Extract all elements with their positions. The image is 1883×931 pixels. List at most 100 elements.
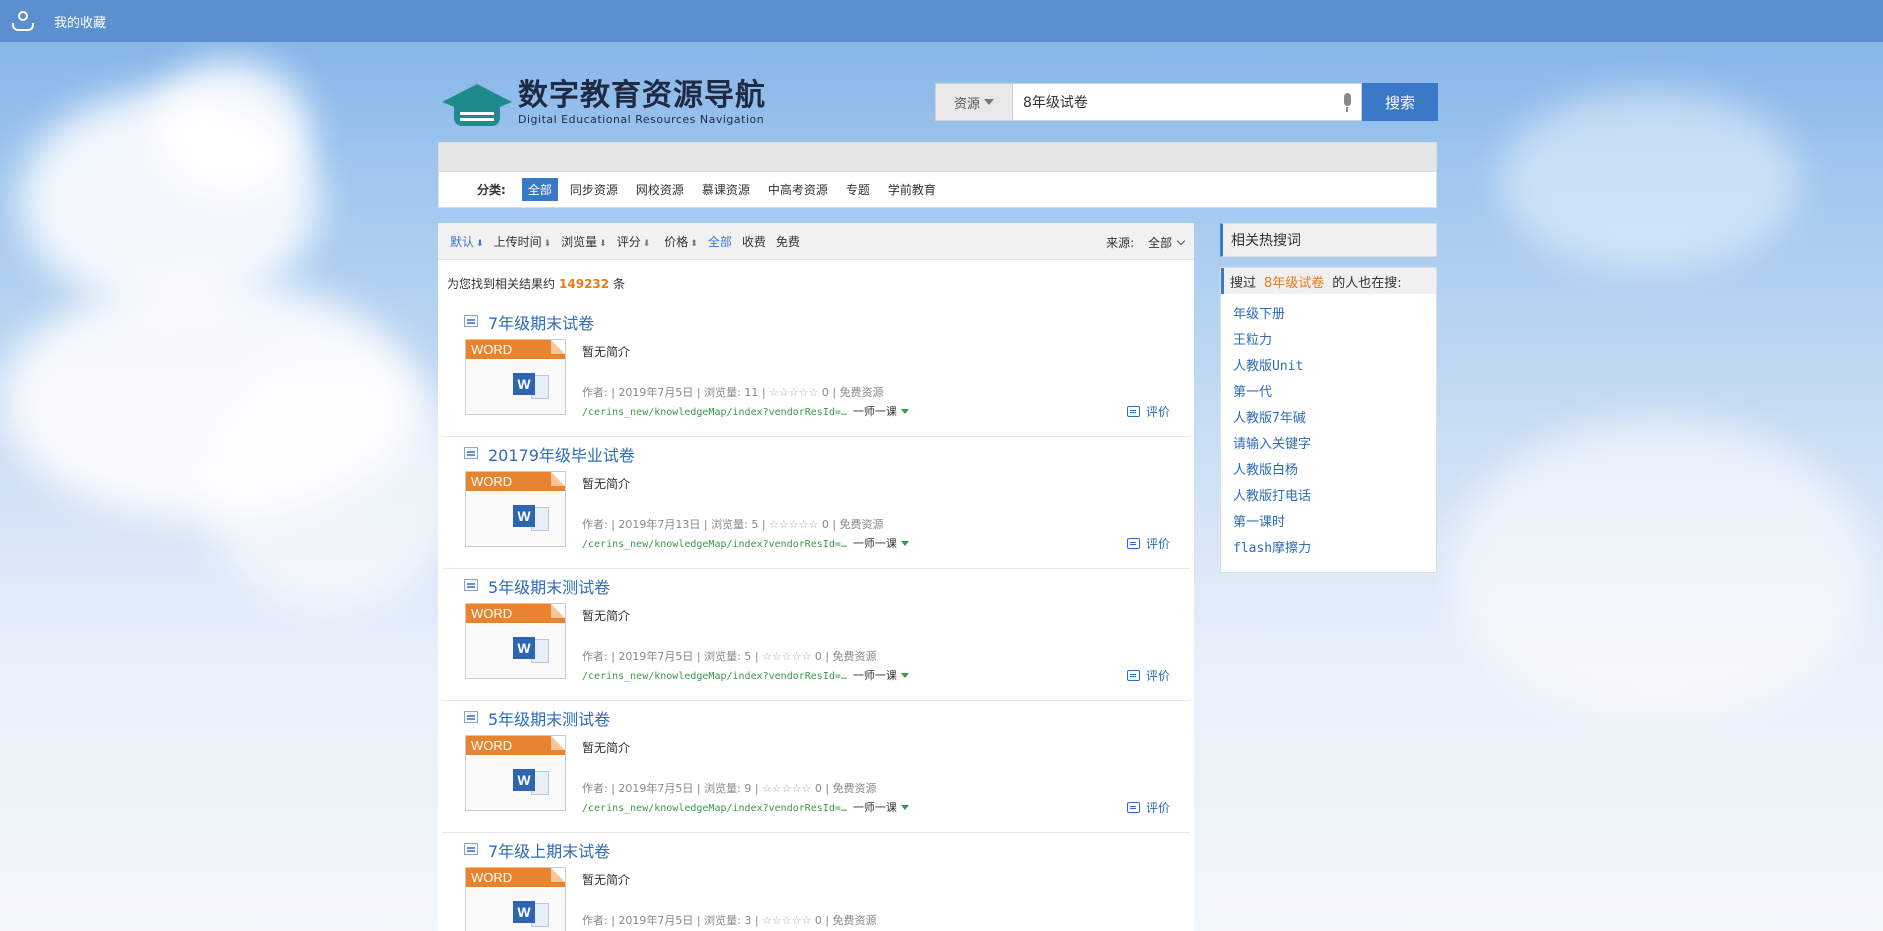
result-title[interactable]: 5年级期末测试卷 <box>488 574 610 598</box>
related-term[interactable]: 人教版白杨 <box>1233 458 1436 484</box>
microphone-icon[interactable] <box>1341 93 1353 113</box>
banner-bar <box>438 142 1437 172</box>
sort-bar: 默认 ⬇ 上传时间 ⬇ 浏览量 ⬇ 评分 ⬇ 价格 ⬍ 全部 收费 免费 来源: 全部 <box>438 223 1194 260</box>
logo-title: 数字教育资源导航 <box>518 77 766 113</box>
sidebar: 相关热搜词 搜过 8年级试卷 的人也在搜: 年级下册 王粒力 人教版Unit 第一代… <box>1220 223 1437 573</box>
result-meta: 作者: | 2019年7月5日 | 浏览量: 3 | ☆☆☆☆☆ 0 | 免费资… <box>582 914 877 927</box>
result-desc: 暂无简介 <box>582 873 631 887</box>
review-button[interactable]: 评价 <box>1126 535 1170 552</box>
word-thumbnail[interactable]: WORD W <box>465 603 566 679</box>
related-term[interactable]: 第一代 <box>1233 380 1436 406</box>
search-input[interactable]: 8年级试卷 <box>1013 83 1362 121</box>
result-meta: 作者: | 2019年7月5日 | 浏览量: 9 | ☆☆☆☆☆ 0 | 免费资… <box>582 782 877 795</box>
cloud <box>200 350 460 610</box>
arrow-down-icon: ⬇ <box>642 238 651 249</box>
arrow-down-icon: ⬇ <box>599 238 607 249</box>
review-button[interactable]: 评价 <box>1126 667 1170 684</box>
search-type-dropdown[interactable]: 资源 <box>935 83 1013 121</box>
source-label: 来源: <box>1106 236 1135 250</box>
result-item: 7年级上期末试卷 WORD W 暂无简介 作者: | 2019年7月5日 | 浏览… <box>442 833 1190 931</box>
sort-updown-icon: ⬍ <box>690 238 698 249</box>
comment-icon <box>1126 802 1140 813</box>
sort-default[interactable]: 默认 ⬇ <box>450 233 484 250</box>
search-button[interactable]: 搜索 <box>1362 83 1438 121</box>
result-item: 20179年级毕业试卷 WORD W 暂无简介 作者: | 2019年7月13日 … <box>442 437 1190 569</box>
hot-search-title: 相关热搜词 <box>1220 223 1437 257</box>
related-term[interactable]: 年级下册 <box>1233 302 1436 328</box>
results-panel: 默认 ⬇ 上传时间 ⬇ 浏览量 ⬇ 评分 ⬇ 价格 ⬍ 全部 收费 免费 来源: 全部 为… <box>438 223 1194 931</box>
category-label: 分类: <box>477 183 506 197</box>
result-path[interactable]: /cerins_new/knowledgeMap/index?vendorRes… <box>582 667 909 683</box>
result-item: 5年级期末测试卷 WORD W 暂无简介 作者: | 2019年7月5日 | 浏览… <box>442 701 1190 833</box>
filter-all[interactable]: 全部 <box>708 233 732 250</box>
logo-subtitle: Digital Educational Resources Navigation <box>518 112 765 126</box>
arrow-down-icon: ⬇ <box>543 238 552 249</box>
related-term[interactable]: 人教版打电话 <box>1233 484 1436 510</box>
word-thumbnail[interactable]: WORD W <box>465 735 566 811</box>
review-button[interactable]: 评价 <box>1126 403 1170 420</box>
source-value: 全部 <box>1147 236 1172 250</box>
word-thumbnail[interactable]: WORD W <box>465 339 566 415</box>
filter-paid[interactable]: 收费 <box>742 233 766 250</box>
word-thumbnail[interactable]: WORD W <box>465 471 566 547</box>
document-icon <box>464 843 478 855</box>
search-query: 8年级试卷 <box>1023 95 1088 111</box>
filter-free[interactable]: 免费 <box>776 233 800 250</box>
category-bar: 分类: 全部 同步资源 网校资源 慕课资源 中高考资源 专题 学前教育 <box>438 172 1437 208</box>
related-term[interactable]: 王粒力 <box>1233 328 1436 354</box>
cloud <box>150 60 310 200</box>
top-bar: 我的收藏 <box>0 0 1883 42</box>
related-term[interactable]: 人教版7年碱 <box>1233 406 1436 432</box>
result-path[interactable]: /cerins_new/knowledgeMap/index?vendorRes… <box>582 535 909 551</box>
document-icon <box>464 447 478 459</box>
sort-score[interactable]: 评分 ⬇ <box>617 233 651 250</box>
category-online-school[interactable]: 网校资源 <box>630 178 690 201</box>
result-meta: 作者: | 2019年7月5日 | 浏览量: 5 | ☆☆☆☆☆ 0 | 免费资… <box>582 650 877 663</box>
category-all[interactable]: 全部 <box>521 178 558 201</box>
header: 数字教育资源导航 Digital Educational Resources N… <box>438 72 1438 132</box>
document-icon <box>464 711 478 723</box>
result-count: 为您找到相关结果约 149232 条 <box>447 277 626 291</box>
comment-icon <box>1126 406 1140 417</box>
category-preschool[interactable]: 学前教育 <box>882 178 942 201</box>
arrow-down-icon: ⬇ <box>476 238 484 249</box>
word-thumbnail[interactable]: WORD W <box>465 867 566 931</box>
result-meta: 作者: | 2019年7月13日 | 浏览量: 5 | ☆☆☆☆☆ 0 | 免费… <box>582 518 884 531</box>
sort-views[interactable]: 浏览量 ⬇ <box>561 233 607 250</box>
document-icon <box>464 579 478 591</box>
favorites-link[interactable]: 我的收藏 <box>54 12 106 31</box>
result-desc: 暂无简介 <box>582 477 631 491</box>
category-topic[interactable]: 专题 <box>840 178 876 201</box>
category-exam[interactable]: 中高考资源 <box>762 178 834 201</box>
review-button[interactable]: 评价 <box>1126 799 1170 816</box>
cloud <box>1450 420 1870 720</box>
result-item: 5年级期末测试卷 WORD W 暂无简介 作者: | 2019年7月5日 | 浏览… <box>442 569 1190 701</box>
document-icon <box>464 315 478 327</box>
related-term[interactable]: flash摩擦力 <box>1233 536 1436 562</box>
sort-upload-time[interactable]: 上传时间 ⬇ <box>494 233 552 250</box>
related-term[interactable]: 第一课时 <box>1233 510 1436 536</box>
result-title[interactable]: 20179年级毕业试卷 <box>488 442 635 466</box>
caret-down-icon <box>984 99 994 105</box>
logo[interactable]: 数字教育资源导航 Digital Educational Resources N… <box>442 76 766 128</box>
result-title[interactable]: 7年级上期末试卷 <box>488 838 610 862</box>
result-desc: 暂无简介 <box>582 609 631 623</box>
also-search-panel: 搜过 8年级试卷 的人也在搜: 年级下册 王粒力 人教版Unit 第一代 人教版7年… <box>1220 267 1437 573</box>
chevron-down-icon <box>1176 236 1186 246</box>
result-desc: 暂无简介 <box>582 345 631 359</box>
related-term[interactable]: 请输入关键字 <box>1233 432 1436 458</box>
cloud <box>1500 90 1800 270</box>
category-sync[interactable]: 同步资源 <box>564 178 624 201</box>
related-term[interactable]: 人教版Unit <box>1233 354 1436 380</box>
sort-price[interactable]: 价格 ⬍ <box>664 233 698 250</box>
result-title[interactable]: 7年级期末试卷 <box>488 310 594 334</box>
result-path[interactable]: /cerins_new/knowledgeMap/index?vendorRes… <box>582 403 909 419</box>
comment-icon <box>1126 670 1140 681</box>
user-icon[interactable] <box>12 10 34 32</box>
also-search-head: 搜过 8年级试卷 的人也在搜: <box>1221 268 1436 294</box>
result-title[interactable]: 5年级期末测试卷 <box>488 706 610 730</box>
search-box: 资源 8年级试卷 搜索 <box>935 83 1438 121</box>
result-path[interactable]: /cerins_new/knowledgeMap/index?vendorRes… <box>582 799 909 815</box>
source-filter[interactable]: 来源: 全部 <box>1106 234 1186 251</box>
category-mooc[interactable]: 慕课资源 <box>696 178 756 201</box>
